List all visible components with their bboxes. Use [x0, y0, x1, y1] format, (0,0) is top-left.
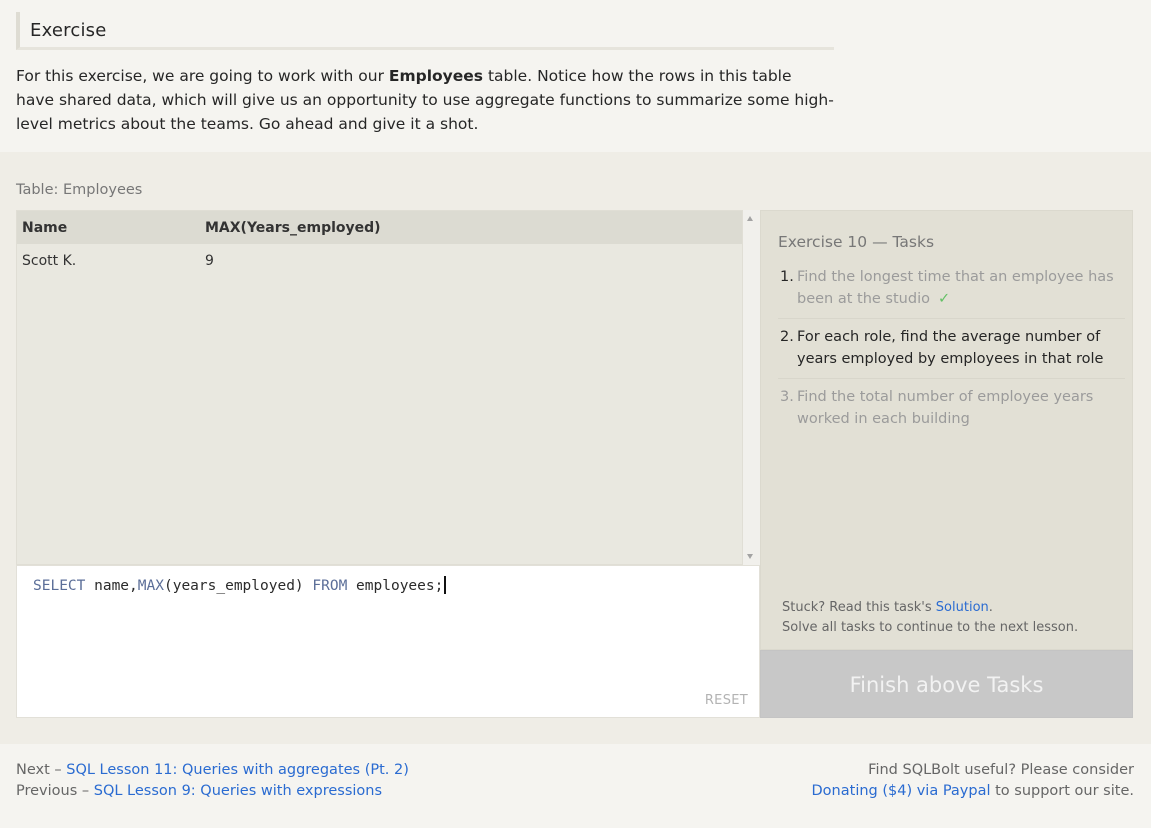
section-title: Exercise [30, 20, 107, 41]
task-item-2: 2. For each role, find the average number… [778, 326, 1125, 379]
sql-editor[interactable]: SELECT name,MAX(years_employed) FROM emp… [16, 565, 760, 718]
intro-table-name: Employees [388, 67, 484, 85]
sql-text-columns: name, [85, 578, 138, 594]
task-item-1: 1. Find the longest time that an employee… [778, 266, 1125, 319]
table-header-row: Name MAX(Years_employed) [17, 211, 742, 244]
task-list: 1. Find the longest time that an employee… [778, 266, 1125, 445]
support-line: Find SQLBolt useful? Please consider [868, 762, 1134, 778]
column-header-max-years: MAX(Years_employed) [200, 211, 742, 244]
lesson-navigation: Next – SQL Lesson 11: Queries with aggre… [16, 760, 409, 802]
support-message: Find SQLBolt useful? Please consider Don… [812, 760, 1134, 802]
task-number: 2. [780, 329, 794, 345]
donate-line: Donating ($4) via Paypal to support our … [812, 781, 1134, 802]
table-label: Table: Employees [16, 182, 143, 198]
next-lesson-line: Next – SQL Lesson 11: Queries with aggre… [16, 760, 409, 781]
solve-all-text: Solve all tasks to continue to the next … [782, 619, 1079, 635]
section-header: Exercise [16, 12, 834, 50]
next-prefix: Next – [16, 762, 67, 778]
table-cell-name: Scott K. [22, 252, 77, 269]
task-item-3: 3. Find the total number of employee year… [778, 386, 1125, 438]
sql-keyword-select: SELECT [33, 578, 86, 594]
column-header-name: Name [17, 211, 200, 244]
tasks-panel: Exercise 10 — Tasks 1. Find the longest t… [760, 210, 1133, 650]
previous-prefix: Previous – [16, 783, 94, 799]
donate-link[interactable]: Donating ($4) via Paypal [812, 783, 991, 799]
previous-lesson-link[interactable]: SQL Lesson 9: Queries with expressions [94, 783, 382, 799]
stuck-text: Stuck? Read this task's [782, 600, 936, 615]
task-number: 1. [780, 269, 794, 285]
sql-text-table: employees; [347, 578, 444, 594]
stuck-end: . [988, 600, 993, 615]
reset-button[interactable]: RESET [705, 693, 748, 708]
task-text: Find the total number of employee years … [797, 389, 1094, 427]
sql-keyword-from: FROM [312, 578, 348, 594]
table-row: Scott K. 9 [17, 244, 742, 277]
intro-text-before: For this exercise, we are going to work … [16, 67, 389, 85]
task-text: For each role, find the average number o… [797, 329, 1104, 367]
table-cell-max-years: 9 [205, 252, 214, 269]
task-number: 3. [780, 389, 794, 405]
tasks-title: Exercise 10 — Tasks [778, 233, 935, 251]
solution-link[interactable]: Solution [936, 600, 989, 615]
sql-function-max: MAX [137, 578, 164, 594]
text-cursor [444, 576, 447, 594]
task-text: Find the longest time that an employee h… [797, 269, 1114, 307]
intro-paragraph: For this exercise, we are going to work … [16, 64, 834, 136]
results-table: Name MAX(Years_employed) Scott K. 9 [16, 210, 743, 565]
checkmark-icon: ✓ [937, 291, 951, 307]
scroll-down-arrow-icon[interactable] [747, 554, 753, 559]
scroll-up-arrow-icon[interactable] [747, 216, 753, 221]
next-lesson-link[interactable]: SQL Lesson 11: Queries with aggregates (… [66, 762, 409, 778]
sql-query[interactable]: SELECT name,MAX(years_employed) FROM emp… [33, 576, 447, 594]
support-end: to support our site. [990, 783, 1134, 799]
previous-lesson-line: Previous – SQL Lesson 9: Queries with ex… [16, 781, 409, 802]
results-scrollbar[interactable] [743, 210, 760, 565]
finish-tasks-button[interactable]: Finish above Tasks [760, 650, 1133, 718]
help-text: Stuck? Read this task's Solution. Solve … [782, 598, 1078, 637]
sql-text-args: (years_employed) [163, 578, 313, 594]
